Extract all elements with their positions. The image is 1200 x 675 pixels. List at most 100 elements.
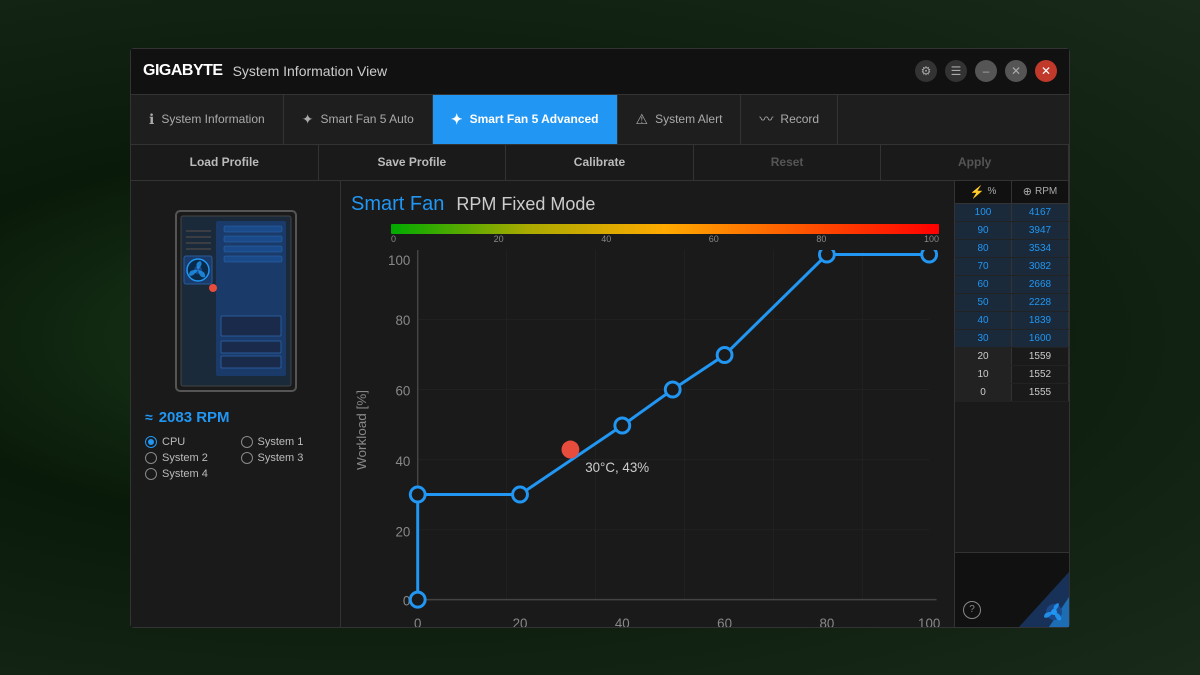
tab-system-info-label: System Information — [161, 112, 264, 126]
fan-item-system4[interactable]: System 4 — [145, 468, 231, 480]
rpm-percent-cell: 60 — [955, 276, 1012, 293]
rpm-table-row[interactable]: 602668 — [955, 276, 1069, 294]
rpm-table-row[interactable]: 803534 — [955, 240, 1069, 258]
help-icon[interactable]: ? — [963, 601, 981, 619]
close-button[interactable]: ✕ — [1035, 60, 1057, 82]
tab-smart-fan-advanced-label: Smart Fan 5 Advanced — [470, 112, 599, 126]
svg-text:20: 20 — [395, 524, 410, 539]
toolbar: Load Profile Save Profile Calibrate Rese… — [131, 145, 1069, 181]
rpm-table-row[interactable]: 401839 — [955, 312, 1069, 330]
svg-text:100: 100 — [918, 616, 940, 627]
fan-selector-grid: CPU System 1 System 2 System 3 — [145, 436, 326, 480]
tab-smart-fan-advanced[interactable]: ✦ Smart Fan 5 Advanced — [433, 95, 618, 144]
fan-curve-chart[interactable]: 0 20 40 60 80 100 0 20 40 60 80 100 Work… — [351, 250, 944, 627]
info-icon: ℹ — [149, 111, 154, 128]
rpm-rows-container: 1004167903947803534703082602668502228401… — [955, 204, 1069, 402]
rpm-table-row[interactable]: 201559 — [955, 348, 1069, 366]
rpm-value-cell: 1839 — [1012, 312, 1069, 329]
record-icon: 〰 — [759, 109, 773, 129]
rpm-table-header: ⚡ % ⊕ RPM — [955, 181, 1069, 204]
rpm-table-row[interactable]: 703082 — [955, 258, 1069, 276]
rpm-value-cell: 1600 — [1012, 330, 1069, 347]
rpm-value-cell: 2228 — [1012, 294, 1069, 311]
rpm-percent-cell: 40 — [955, 312, 1012, 329]
rpm-table: ⚡ % ⊕ RPM 100416790394780353470308260266… — [955, 181, 1069, 552]
rpm-value-cell: 3534 — [1012, 240, 1069, 257]
fan-advanced-icon: ✦ — [451, 111, 463, 128]
svg-text:20: 20 — [513, 616, 528, 627]
fan-system2-label: System 2 — [162, 452, 208, 464]
svg-text:60: 60 — [717, 616, 732, 627]
rpm-display: ≈ 2083 RPM — [145, 409, 326, 426]
list-button[interactable]: ☰ — [945, 60, 967, 82]
rpm-percent-cell: 10 — [955, 366, 1012, 383]
tab-record-label: Record — [780, 112, 819, 126]
radio-system3[interactable] — [241, 452, 253, 464]
app-title: System Information View — [233, 63, 915, 79]
fan-cpu-label: CPU — [162, 436, 185, 448]
rpm-value-cell: 2668 — [1012, 276, 1069, 293]
rpm-table-row[interactable]: 502228 — [955, 294, 1069, 312]
color-bar — [391, 224, 939, 234]
fan-item-system2[interactable]: System 2 — [145, 452, 231, 464]
svg-text:80: 80 — [395, 312, 410, 327]
rpm-table-row[interactable]: 903947 — [955, 222, 1069, 240]
rpm-value-cell: 1559 — [1012, 348, 1069, 365]
main-content: ≈ 2083 RPM CPU System 1 System 2 — [131, 181, 1069, 627]
minimize-button[interactable]: – — [975, 60, 997, 82]
rpm-percent-cell: 0 — [955, 384, 1012, 401]
rpm-table-row[interactable]: 1004167 — [955, 204, 1069, 222]
tab-system-alert[interactable]: ⚠ System Alert — [618, 95, 742, 144]
rpm-value-cell: 4167 — [1012, 204, 1069, 221]
tab-record[interactable]: 〰 Record — [741, 95, 838, 144]
window-controls: ⚙ ☰ – ✕ ✕ — [915, 60, 1057, 82]
radio-cpu[interactable] — [145, 436, 157, 448]
tab-smart-fan-auto-label: Smart Fan 5 Auto — [320, 112, 413, 126]
rpm-percent-cell: 90 — [955, 222, 1012, 239]
rpm-percent-cell: 70 — [955, 258, 1012, 275]
title-bar: GIGABYTE System Information View ⚙ ☰ – ✕… — [131, 49, 1069, 95]
radio-system1[interactable] — [241, 436, 253, 448]
help-panel: ? — [955, 552, 1069, 627]
settings-button[interactable]: ⚙ — [915, 60, 937, 82]
svg-text:60: 60 — [395, 383, 410, 398]
rpm-value: 2083 RPM — [159, 409, 230, 426]
radio-system4[interactable] — [145, 468, 157, 480]
pc-illustration — [156, 201, 316, 401]
color-bar-container: 0 20 40 60 80 100 — [351, 224, 944, 244]
maximize-button[interactable]: ✕ — [1005, 60, 1027, 82]
rpm-icon: ⊕ — [1023, 185, 1032, 198]
bolt-icon: ⚡ — [970, 185, 985, 199]
chart-mode-label: RPM Fixed Mode — [456, 194, 595, 215]
radio-system2[interactable] — [145, 452, 157, 464]
svg-text:40: 40 — [615, 616, 630, 627]
rpm-table-row[interactable]: 301600 — [955, 330, 1069, 348]
tab-system-info[interactable]: ℹ System Information — [131, 95, 284, 144]
fan-auto-icon: ✦ — [302, 111, 314, 128]
chart-title: Smart Fan RPM Fixed Mode — [351, 193, 944, 216]
tab-bar: ℹ System Information ✦ Smart Fan 5 Auto … — [131, 95, 1069, 145]
reset-button[interactable]: Reset — [694, 145, 882, 180]
load-profile-button[interactable]: Load Profile — [131, 145, 319, 180]
rpm-percent-cell: 30 — [955, 330, 1012, 347]
apply-button[interactable]: Apply — [881, 145, 1069, 180]
chart-wrapper: 0 20 40 60 80 100 0 20 40 60 80 100 Work… — [351, 250, 944, 627]
rpm-percent-cell: 80 — [955, 240, 1012, 257]
rpm-value-cell: 3947 — [1012, 222, 1069, 239]
fan-item-system1[interactable]: System 1 — [241, 436, 327, 448]
calibrate-button[interactable]: Calibrate — [506, 145, 694, 180]
rpm-table-row[interactable]: 01555 — [955, 384, 1069, 402]
rpm-table-row[interactable]: 101552 — [955, 366, 1069, 384]
tab-smart-fan-auto[interactable]: ✦ Smart Fan 5 Auto — [284, 95, 433, 144]
rpm-value-cell: 3082 — [1012, 258, 1069, 275]
svg-text:80: 80 — [819, 616, 834, 627]
svg-text:30°C, 43%: 30°C, 43% — [585, 459, 649, 474]
right-panel: ⚡ % ⊕ RPM 100416790394780353470308260266… — [954, 181, 1069, 627]
color-bar-labels: 0 20 40 60 80 100 — [391, 234, 939, 244]
fan-item-system3[interactable]: System 3 — [241, 452, 327, 464]
chart-fan-label: Smart Fan — [351, 193, 444, 216]
fan-item-cpu[interactable]: CPU — [145, 436, 231, 448]
chart-area: Smart Fan RPM Fixed Mode 0 20 40 60 80 1… — [341, 181, 954, 627]
rpm-percent-cell: 20 — [955, 348, 1012, 365]
save-profile-button[interactable]: Save Profile — [319, 145, 507, 180]
